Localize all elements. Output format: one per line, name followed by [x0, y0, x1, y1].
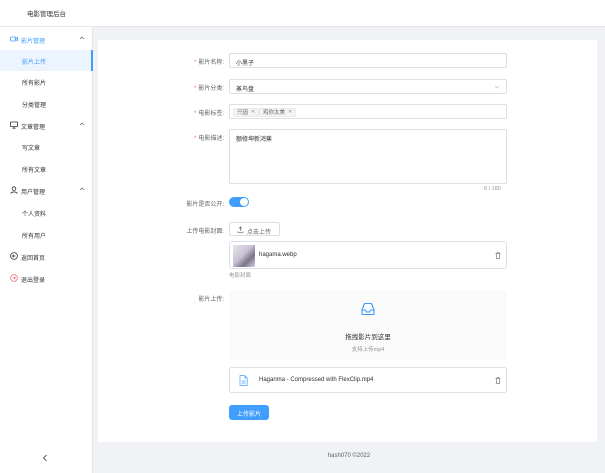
sidebar-item-label: 写文章: [22, 146, 41, 152]
category-select[interactable]: 蒸鸟盘: [229, 79, 507, 94]
video-drop-zone[interactable]: 拖拽影片到这里 支持上传mp4: [229, 290, 507, 360]
drop-zone-text: 拖拽影片到这里: [345, 334, 391, 341]
tag-chip: 只因 ✕: [233, 107, 260, 117]
inbox-icon: [361, 302, 375, 316]
sidebar-menu: 影片管理 影片上传 所有影片 分类管理 文章管理 写文章 所有文章 用户管理 个…: [0, 27, 93, 473]
name-field-label: * 影片名称:: [193, 60, 224, 66]
chevron-up-icon: [79, 36, 85, 40]
menu-group-users[interactable]: 用户管理: [0, 180, 93, 201]
video-camera-icon: [10, 36, 18, 42]
tags-select[interactable]: 只因 ✕ 鸡你太美 ✕: [229, 104, 507, 119]
tag-text: 只因: [237, 110, 249, 116]
chevron-down-icon: [494, 85, 500, 89]
menu-group-movies[interactable]: 影片管理: [0, 29, 93, 50]
collapse-sidebar-icon[interactable]: [41, 454, 49, 462]
tag-chip: 鸡你太美 ✕: [259, 107, 297, 117]
app-title: 电影管理后台: [27, 11, 66, 18]
sidebar-item-label: 所有文章: [22, 168, 47, 174]
tag-text: 鸡你太美: [263, 110, 286, 116]
chevron-up-icon: [79, 187, 85, 191]
cover-thumbnail: [233, 245, 255, 267]
toggle-knob: [240, 198, 248, 206]
tags-field-label: * 电影标签:: [193, 111, 224, 117]
sidebar-item-label: 个人资料: [22, 212, 47, 218]
upload-button-label: 点击上传: [247, 229, 272, 236]
user-icon: [10, 186, 18, 194]
top-header: 电影管理后台: [0, 0, 605, 27]
description-textarea[interactable]: 额修坤新鸿蕉: [229, 129, 507, 184]
category-value: 蒸鸟盘: [236, 86, 255, 93]
menu-group-articles[interactable]: 文章管理: [0, 115, 93, 136]
sidebar-item-all-articles[interactable]: 所有文章: [0, 158, 93, 179]
sidebar-item-label: 分类管理: [22, 103, 47, 109]
category-field-label: * 影片分类:: [193, 86, 224, 92]
drop-zone-tip: 支持上传mp4: [351, 347, 385, 353]
sidebar-item-all-users[interactable]: 所有用户: [0, 224, 93, 245]
sidebar-item-profile[interactable]: 个人资料: [0, 202, 93, 223]
back-arrow-icon: [10, 252, 18, 260]
sidebar-item-write-article[interactable]: 写文章: [0, 136, 93, 157]
sidebar-item-label: 所有影片: [22, 81, 47, 87]
close-icon[interactable]: ✕: [288, 109, 292, 115]
sidebar-item-home[interactable]: 返回首页: [0, 246, 93, 267]
public-toggle[interactable]: [229, 197, 249, 207]
sidebar-item-logout[interactable]: 退出登录: [0, 268, 93, 289]
footer-copyright: hash070 ©2022: [327, 453, 371, 459]
sidebar-item-all-movies[interactable]: 所有影片: [0, 71, 93, 92]
close-icon[interactable]: ✕: [251, 109, 255, 115]
description-field-label: * 电影描述:: [193, 136, 224, 142]
sidebar-item-label: 影片上传: [22, 60, 47, 66]
video-file-item: Haganma - Compressed with FlexClip.mp4: [229, 367, 507, 393]
sidebar-item-label: 所有用户: [22, 234, 47, 240]
menu-group-label: 文章管理: [21, 125, 46, 131]
document-icon: [239, 375, 248, 386]
menu-group-label: 用户管理: [21, 190, 46, 196]
cover-caption: 电影封面: [229, 273, 252, 279]
chevron-up-icon: [79, 122, 85, 126]
sidebar-item-categories[interactable]: 分类管理: [0, 93, 93, 114]
submit-upload-button[interactable]: 上传影片: [229, 405, 269, 420]
submit-button-label: 上传影片: [236, 412, 261, 418]
upload-icon: [237, 226, 244, 233]
cover-field-label: 上传电影封面:: [186, 229, 224, 235]
trash-icon[interactable]: [495, 252, 501, 259]
sidebar-item-label: 返回首页: [21, 256, 46, 262]
cover-file-item: hagama.webp: [229, 241, 507, 269]
logout-icon: [10, 274, 18, 282]
movie-name-value: 小黑子: [236, 60, 255, 67]
char-counter: 6 / 180: [484, 186, 501, 192]
cover-file-name: hagama.webp: [259, 252, 297, 258]
upload-cover-button[interactable]: 点击上传: [229, 222, 280, 236]
sidebar-item-label: 退出登录: [21, 278, 46, 284]
video-file-name: Haganma - Compressed with FlexClip.mp4: [259, 377, 374, 383]
video-field-label: 影片上传:: [198, 297, 224, 303]
monitor-icon: [10, 121, 18, 129]
trash-icon[interactable]: [495, 377, 501, 384]
menu-group-label: 影片管理: [21, 39, 46, 45]
description-value: 额修坤新鸿蕉: [236, 137, 273, 143]
public-field-label: 影片是否公开:: [186, 202, 224, 208]
sidebar-item-upload-movie[interactable]: 影片上传: [0, 50, 93, 71]
movie-name-input[interactable]: 小黑子: [229, 53, 507, 68]
